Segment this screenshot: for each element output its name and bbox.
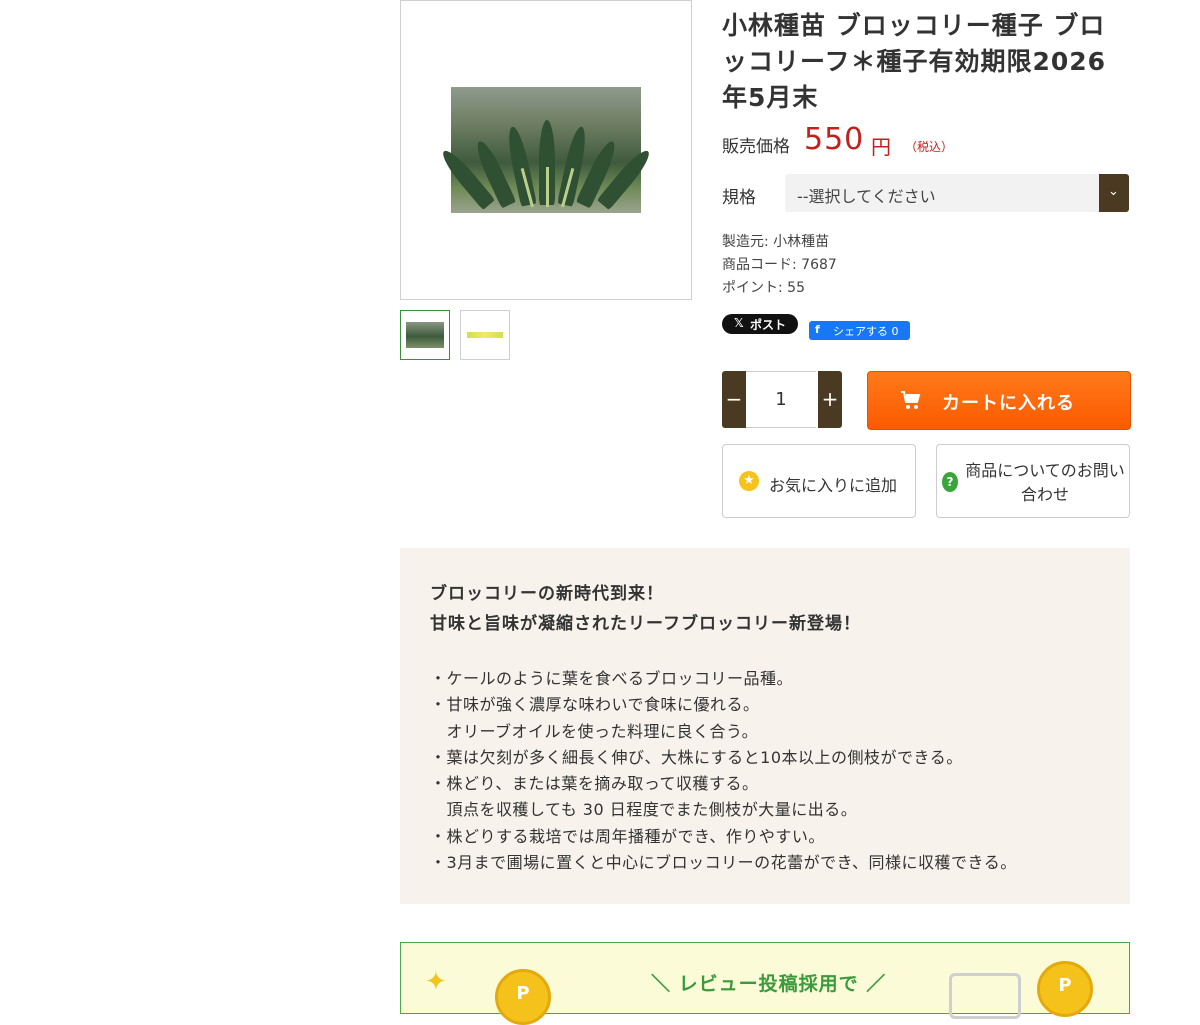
feature-list: ・ケールのように葉を食べるブロッコリー品種。 ・甘味が強く濃厚な味わいで食味に優… [430,666,1017,876]
price-tax-note: （税込） [905,140,954,154]
price-unit: 円 [871,135,891,159]
point-coin-icon: P [495,969,551,1025]
product-title: 小林種苗 ブロッコリー種子 ブロッコリーフ＊種子有効期限2026年5月末 [722,11,1107,112]
product-description: ブロッコリーの新時代到来！ 甘味と旨味が凝縮されたリーフブロッコリー新登場！ ・… [400,548,1130,904]
chevron-down-icon[interactable]: ⌄ [1099,174,1129,212]
product-inquiry-button[interactable]: ? 商品についてのお問い合わせ [936,444,1130,518]
feature-line: ・甘味が強く濃厚な味わいで食味に優れる。 [430,695,760,715]
star-icon: ★ [739,471,759,491]
review-campaign-banner[interactable]: ✦ P ＼ レビュー投稿採用で ／ P [400,942,1130,1025]
description-headline: ブロッコリーの新時代到来！ 甘味と旨味が凝縮されたリーフブロッコリー新登場！ [430,579,861,639]
quantity-minus-button[interactable]: − [722,371,746,428]
add-favorite-button[interactable]: ★ お気に入りに追加 [722,444,916,518]
facebook-share-button[interactable]: f シェアする 0 [809,321,910,340]
thumbnail-2[interactable] [460,310,510,360]
spec-select-value: --選択してください [797,187,936,206]
feature-line: ・株どりする栽培では周年播種ができ、作りやすい。 [430,826,825,846]
headline-line-1: ブロッコリーの新時代到来！ [430,584,664,604]
sparkle-icon: ✦ [425,967,447,997]
feature-line: ・株どり、または葉を摘み取って収穫する。 [430,774,759,794]
add-favorite-label: お気に入りに追加 [769,476,898,495]
add-to-cart-button[interactable]: カートに入れる [867,371,1131,430]
feature-line: ・葉は欠刻が多く細長く伸び、大株にすると10本以上の側枝ができる。 [430,747,963,767]
product-inquiry-label: 商品についてのお問い合わせ [965,461,1125,504]
feature-line: ・ケールのように葉を食べるブロッコリー品種。 [430,669,794,688]
thumbnail-1[interactable] [400,310,450,360]
cart-icon [901,391,921,409]
feature-line: ・3月まで圃場に置くと中心にブロッコリーの花蕾ができ、同様に収穫できる。 [430,853,1017,873]
quantity-stepper[interactable]: − 1 + [722,371,842,428]
points: ポイント: 55 [722,280,805,296]
facebook-logo-icon: f [815,323,820,336]
quantity-input[interactable]: 1 [746,371,816,428]
facebook-share-label: シェアする 0 [833,325,899,338]
headline-line-2: 甘味と旨味が凝縮されたリーフブロッコリー新登場！ [430,614,861,634]
feature-line: 頂点を収穫しても 30 日程度でまた側枝が大量に出る。 [430,800,858,820]
spec-select[interactable]: --選択してください ⌄ [785,174,1129,212]
price-label: 販売価格 [722,137,790,157]
feature-line: オリーブオイルを使った料理に良く合う。 [430,721,759,741]
product-code: 商品コード: 7687 [722,257,837,273]
point-coin-icon: P [1037,961,1093,1017]
main-product-image [400,0,692,300]
price-value: 550 [804,122,865,157]
quantity-plus-button[interactable]: + [818,371,842,428]
x-post-label: ポスト [750,318,787,332]
question-icon: ? [942,472,958,492]
x-post-button[interactable]: 𝕏 ポスト [722,314,798,334]
broccoli-leaf-photo [437,87,655,213]
spec-label: 規格 [722,188,756,208]
maker: 製造元: 小林種苗 [722,234,830,250]
add-to-cart-label: カートに入れる [942,393,1075,414]
banner-text: ＼ レビュー投稿採用で ／ [651,973,887,995]
delivery-truck-icon [949,973,1021,1019]
x-logo-icon: 𝕏 [734,316,744,330]
